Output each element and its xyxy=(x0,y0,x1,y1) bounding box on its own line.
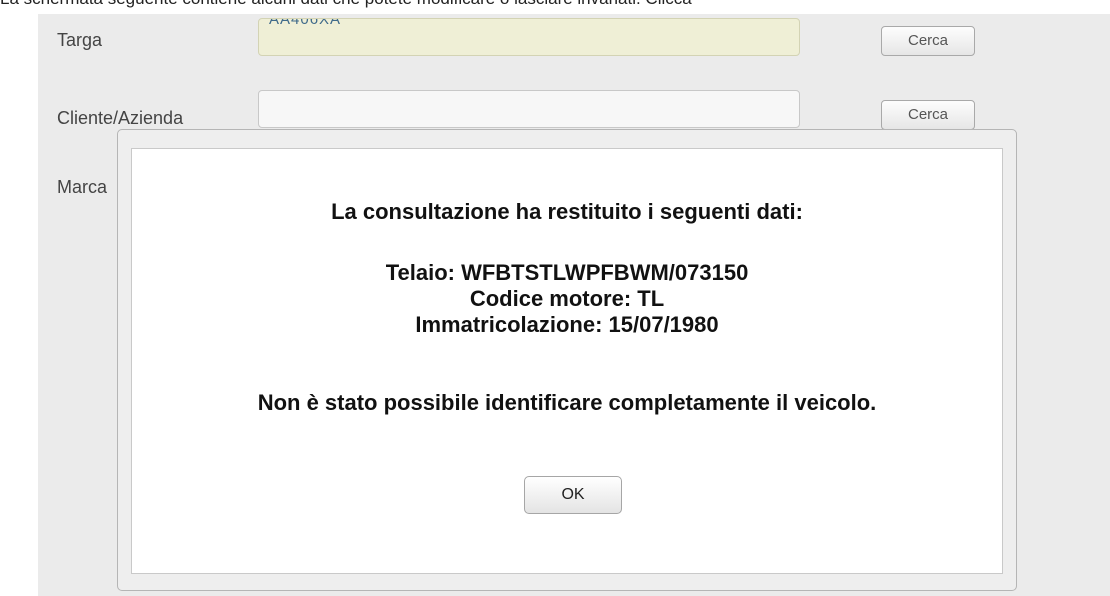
top-instruction-strip: La schermata seguente contiene alcuni da… xyxy=(0,0,1110,14)
cliente-azienda-input[interactable] xyxy=(258,90,800,128)
ok-button[interactable]: OK xyxy=(524,476,622,514)
targa-input[interactable]: AA406XA xyxy=(258,18,800,56)
cliente-azienda-label: Cliente/Azienda xyxy=(57,108,184,128)
dialog-heading: La consultazione ha restituito i seguent… xyxy=(331,199,803,224)
dialog-content: La consultazione ha restituito i seguent… xyxy=(131,148,1003,574)
lookup-result-dialog: La consultazione ha restituito i seguent… xyxy=(117,129,1017,591)
codice-motore-line: Codice motore: TL xyxy=(469,286,665,311)
targa-input-value: AA406XA xyxy=(269,18,342,28)
immatricolazione-line: Immatricolazione: 15/07/1980 xyxy=(415,312,719,337)
top-instruction-text: La schermata seguente contiene alcuni da… xyxy=(0,0,692,9)
telaio-line: Telaio: WFBTSTLWPFBWM/073150 xyxy=(385,260,749,285)
marca-label: Marca xyxy=(57,177,108,197)
targa-search-button[interactable]: Cerca xyxy=(881,26,975,56)
cliente-search-button[interactable]: Cerca xyxy=(881,100,975,130)
warning-message: Non è stato possibile identificare compl… xyxy=(257,390,877,415)
targa-label: Targa xyxy=(57,30,103,50)
